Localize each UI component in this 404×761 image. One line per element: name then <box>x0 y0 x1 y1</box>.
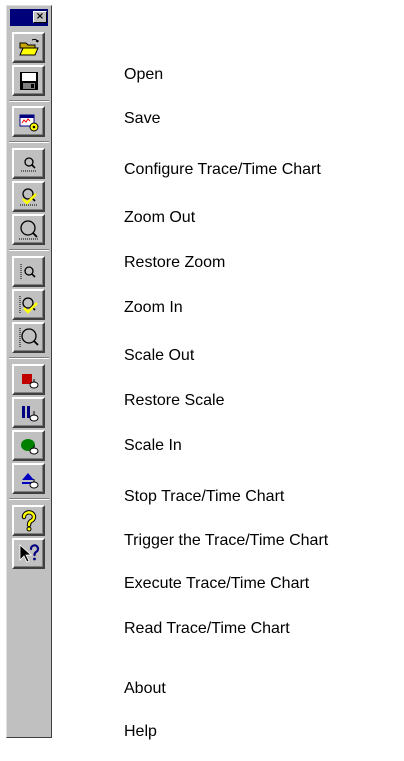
zoom-out-button[interactable] <box>12 148 45 179</box>
trigger-trace-label: Trigger the Trace/Time Chart <box>124 532 329 549</box>
toolbar-separator <box>9 141 49 143</box>
open-folder-icon <box>18 38 39 55</box>
zoom-in-label: Zoom In <box>124 299 183 316</box>
zoom-in-icon <box>18 219 39 239</box>
save-label: Save <box>124 110 161 127</box>
help-button[interactable] <box>12 538 45 569</box>
restore-scale-button[interactable] <box>12 289 45 320</box>
restore-zoom-button[interactable] <box>12 181 45 212</box>
toolbar-separator <box>9 249 49 251</box>
save-button[interactable] <box>12 65 45 96</box>
scale-in-button[interactable] <box>12 322 45 353</box>
read-trace-label: Read Trace/Time Chart <box>124 620 290 637</box>
configure-chart-icon <box>19 114 38 131</box>
help-question-icon <box>21 509 36 531</box>
configure-trace-label: Configure Trace/Time Chart <box>124 161 321 178</box>
scale-in-icon <box>19 327 39 348</box>
zoom-in-button[interactable] <box>12 214 45 245</box>
stop-trace-label: Stop Trace/Time Chart <box>124 488 285 505</box>
read-trace-button[interactable] <box>12 463 45 494</box>
zoom-out-label: Zoom Out <box>124 209 196 226</box>
scale-out-icon <box>20 263 36 280</box>
restore-scale-label: Restore Scale <box>124 392 225 409</box>
toolbar-separator <box>9 100 49 102</box>
trigger-trace-button[interactable] <box>12 397 45 428</box>
restore-scale-icon <box>19 295 38 314</box>
execute-trace-button[interactable] <box>12 430 45 461</box>
toolbar-separator <box>9 498 49 500</box>
execute-trace-icon <box>20 438 38 454</box>
read-trace-icon <box>21 472 38 488</box>
stop-trace-icon <box>21 373 38 388</box>
stop-trace-button[interactable] <box>12 364 45 395</box>
open-label: Open <box>124 66 164 83</box>
toolbar-titlebar[interactable]: × <box>10 9 48 26</box>
restore-zoom-label: Restore Zoom <box>124 254 226 271</box>
toolbar-separator <box>9 357 49 359</box>
about-label: About <box>124 680 166 697</box>
trace-time-chart-toolbar: × <box>6 5 52 738</box>
execute-trace-label: Execute Trace/Time Chart <box>124 575 310 592</box>
context-help-pointer-icon <box>19 543 39 563</box>
save-disk-icon <box>19 71 38 90</box>
restore-zoom-icon <box>19 187 38 205</box>
zoom-out-icon <box>20 156 37 171</box>
scale-out-button[interactable] <box>12 256 45 287</box>
close-button[interactable]: × <box>33 11 47 23</box>
about-button[interactable] <box>12 505 45 536</box>
open-button[interactable] <box>12 32 45 63</box>
trigger-trace-icon <box>21 405 38 421</box>
configure-trace-button[interactable] <box>12 106 45 137</box>
scale-out-label: Scale Out <box>124 347 195 364</box>
scale-in-label: Scale In <box>124 437 182 454</box>
help-label: Help <box>124 723 157 740</box>
